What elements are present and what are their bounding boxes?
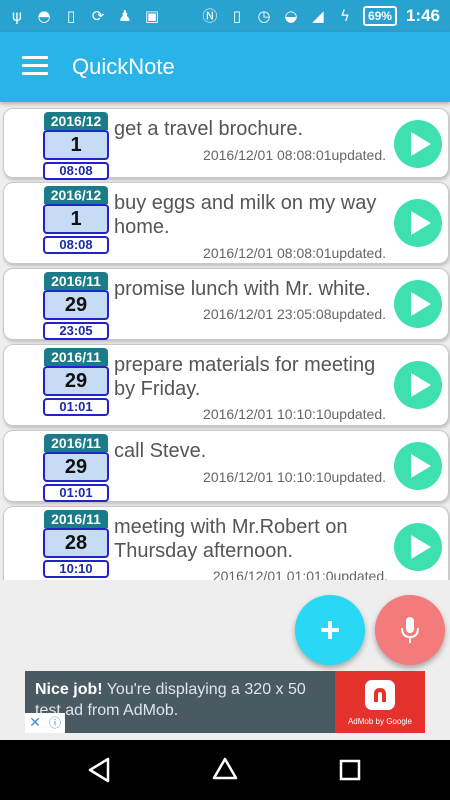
play-icon bbox=[411, 454, 431, 478]
wifi-off-icon: ◓ bbox=[37, 7, 51, 25]
date-day: 1 bbox=[43, 130, 109, 160]
recents-icon[interactable] bbox=[330, 750, 370, 790]
note-updated: 2016/12/01 08:08:01updated. bbox=[203, 147, 386, 163]
date-time: 01:01 bbox=[43, 398, 109, 416]
note-updated: 2016/12/01 10:10:10updated. bbox=[203, 406, 386, 422]
sync-icon: ⟳ bbox=[91, 7, 105, 25]
note-text: get a travel brochure. bbox=[114, 118, 303, 140]
note-text: call Steve. bbox=[114, 440, 207, 462]
nfc-n-icon: Ⓝ bbox=[202, 7, 218, 25]
play-button[interactable] bbox=[394, 120, 442, 168]
ad-info-icon[interactable]: ⓘ bbox=[45, 713, 65, 733]
date-time: 23:05 bbox=[43, 322, 109, 340]
date-badge: 2016/11 28 10:10 bbox=[41, 510, 111, 578]
phone-icon: ▯ bbox=[66, 7, 76, 25]
play-icon bbox=[411, 373, 431, 397]
date-day: 1 bbox=[43, 204, 109, 234]
date-day: 28 bbox=[43, 528, 109, 558]
alarm-icon: ◷ bbox=[257, 7, 271, 25]
note-card[interactable]: 2016/12 1 08:08 get a travel brochure. 2… bbox=[3, 108, 449, 180]
date-time: 01:01 bbox=[43, 484, 109, 502]
ad-close-icon[interactable]: ✕ bbox=[25, 713, 45, 733]
date-day: 29 bbox=[43, 290, 109, 320]
play-icon bbox=[411, 292, 431, 316]
note-text: prepare materials for meeting by Friday. bbox=[114, 354, 376, 400]
microphone-icon bbox=[401, 617, 419, 643]
status-bar: ψ ◓ ▯ ⟳ ♟ ▣ Ⓝ ▯ ◷ ◒ ◢ ϟ 69% 1:46 bbox=[0, 0, 450, 32]
ad-text: Nice job! You're displaying a 320 x 50 t… bbox=[35, 679, 335, 721]
note-card[interactable]: 2016/11 29 01:01 call Steve. 2016/12/01 … bbox=[3, 430, 449, 502]
app-bar: QuickNote bbox=[0, 32, 450, 102]
play-button[interactable] bbox=[394, 280, 442, 328]
play-button[interactable] bbox=[394, 442, 442, 490]
nfc-icon: ▣ bbox=[144, 7, 160, 25]
play-button[interactable] bbox=[394, 361, 442, 409]
note-updated: 2016/12/01 10:10:10updated. bbox=[203, 469, 386, 485]
play-icon bbox=[411, 535, 431, 559]
date-time: 10:10 bbox=[43, 560, 109, 578]
date-time: 08:08 bbox=[43, 162, 109, 180]
admob-logo-icon bbox=[365, 680, 395, 710]
date-year-month: 2016/11 bbox=[44, 510, 108, 528]
play-icon bbox=[411, 211, 431, 235]
note-text: buy eggs and milk on my way home. bbox=[114, 192, 377, 238]
voice-note-button[interactable] bbox=[375, 595, 445, 665]
home-icon[interactable] bbox=[205, 750, 245, 790]
date-year-month: 2016/12 bbox=[44, 112, 108, 130]
note-updated: 2016/12/01 01:01:0updated. bbox=[212, 568, 388, 580]
note-updated: 2016/12/01 23:05:08updated. bbox=[203, 306, 386, 322]
date-badge: 2016/11 29 23:05 bbox=[41, 272, 111, 340]
date-badge: 2016/11 29 01:01 bbox=[41, 348, 111, 416]
note-card[interactable]: 2016/11 29 23:05 promise lunch with Mr. … bbox=[3, 268, 449, 340]
date-time: 08:08 bbox=[43, 236, 109, 254]
date-badge: 2016/11 29 01:01 bbox=[41, 434, 111, 502]
plus-icon bbox=[321, 621, 339, 639]
note-card[interactable]: 2016/12 1 08:08 buy eggs and milk on my … bbox=[3, 182, 449, 264]
wifi-icon: ◒ bbox=[284, 7, 298, 25]
date-day: 29 bbox=[43, 452, 109, 482]
note-text: promise lunch with Mr. white. bbox=[114, 278, 371, 300]
date-badge: 2016/12 1 08:08 bbox=[41, 112, 111, 180]
note-updated: 2016/12/01 08:08:01updated. bbox=[203, 245, 386, 261]
android-icon: ♟ bbox=[118, 7, 132, 25]
play-button[interactable] bbox=[394, 199, 442, 247]
signal-icon: ◢ bbox=[312, 7, 324, 25]
admob-logo-panel: AdMob by Google bbox=[335, 671, 425, 733]
ad-headline: Nice job! bbox=[35, 681, 103, 698]
play-icon bbox=[411, 132, 431, 156]
ad-banner[interactable]: Nice job! You're displaying a 320 x 50 t… bbox=[25, 671, 425, 733]
status-clock: 1:46 bbox=[405, 6, 440, 25]
app-title: QuickNote bbox=[72, 54, 175, 79]
usb-icon: ψ bbox=[12, 7, 22, 25]
play-button[interactable] bbox=[394, 523, 442, 571]
date-year-month: 2016/11 bbox=[44, 434, 108, 452]
date-day: 29 bbox=[43, 366, 109, 396]
date-year-month: 2016/12 bbox=[44, 186, 108, 204]
back-icon[interactable] bbox=[80, 750, 120, 790]
date-badge: 2016/12 1 08:08 bbox=[41, 186, 111, 254]
add-note-button[interactable] bbox=[295, 595, 365, 665]
note-text: meeting with Mr.Robert on Thursday after… bbox=[114, 516, 348, 562]
charging-icon: ϟ bbox=[339, 7, 350, 25]
note-list[interactable]: 2016/12 1 08:08 get a travel brochure. 2… bbox=[0, 102, 450, 580]
note-card[interactable]: 2016/11 28 10:10 meeting with Mr.Robert … bbox=[3, 506, 449, 580]
vibrate-icon: ▯ bbox=[232, 7, 242, 25]
battery-indicator: 69% bbox=[362, 6, 397, 26]
ad-brand: AdMob by Google bbox=[347, 717, 413, 726]
date-year-month: 2016/11 bbox=[44, 348, 108, 366]
navigation-bar bbox=[0, 740, 450, 800]
menu-icon[interactable] bbox=[22, 56, 48, 76]
date-year-month: 2016/11 bbox=[44, 272, 108, 290]
note-card[interactable]: 2016/11 29 01:01 prepare materials for m… bbox=[3, 344, 449, 426]
